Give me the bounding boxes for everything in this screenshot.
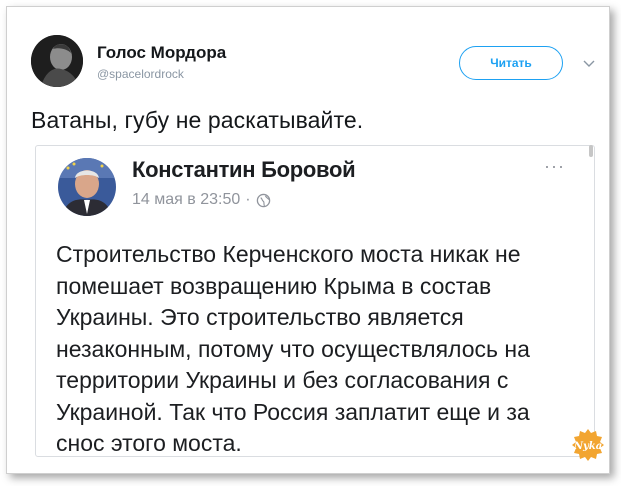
follow-button[interactable]: Читать bbox=[459, 46, 563, 80]
tweet-text: Ватаны, губу не раскатывайте. bbox=[31, 107, 364, 133]
meta-separator: · bbox=[245, 191, 251, 208]
author-avatar[interactable] bbox=[31, 35, 83, 87]
more-options-button[interactable]: ··· bbox=[544, 156, 565, 177]
author-name[interactable]: Голос Мордора bbox=[97, 43, 226, 63]
nyka-logo: Nyka bbox=[570, 427, 606, 463]
scrollbar[interactable] bbox=[589, 145, 593, 157]
quote-author-avatar[interactable] bbox=[58, 158, 116, 216]
quoted-post: Константин Боровой 14 мая в 23:50 · ··· … bbox=[35, 145, 595, 457]
svg-text:Nyka: Nyka bbox=[573, 441, 602, 452]
globe-icon bbox=[256, 193, 271, 208]
author-handle[interactable]: @spacelordrock bbox=[97, 67, 184, 81]
quote-author-name[interactable]: Константин Боровой bbox=[132, 157, 356, 183]
quote-date[interactable]: 14 мая в 23:50 bbox=[132, 191, 240, 209]
chevron-down-icon[interactable] bbox=[582, 57, 596, 71]
quote-meta: 14 мая в 23:50 · bbox=[132, 191, 271, 209]
tweet-card: Голос Мордора @spacelordrock Читать Вата… bbox=[6, 6, 610, 474]
quote-body-text: Строительство Керченского моста никак не… bbox=[56, 241, 530, 456]
